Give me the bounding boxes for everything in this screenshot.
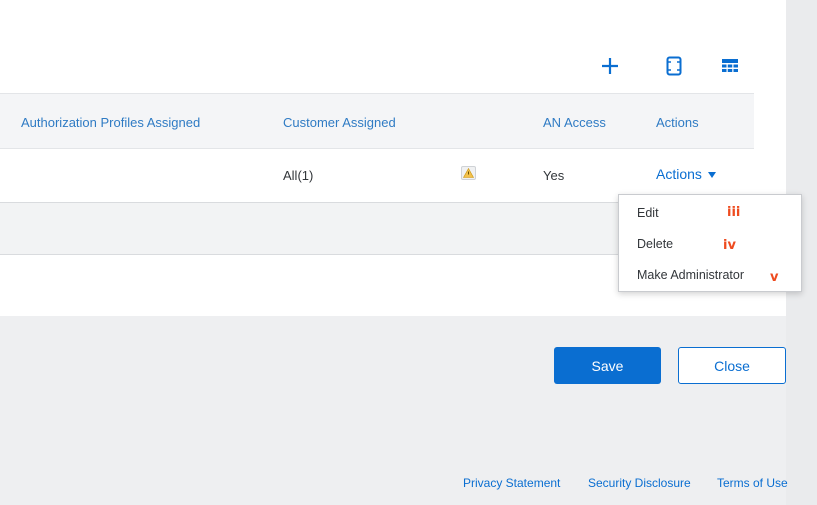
actions-dropdown-button[interactable]: Actions bbox=[656, 166, 716, 182]
table-header: Authorization Profiles Assigned Customer… bbox=[0, 93, 754, 149]
table-icon bbox=[722, 59, 738, 72]
footer-link-security-disclosure[interactable]: Security Disclosure bbox=[588, 476, 691, 490]
warning-icon[interactable] bbox=[461, 166, 476, 180]
menu-item-delete[interactable]: Delete bbox=[637, 237, 673, 251]
column-header-an-access[interactable]: AN Access bbox=[543, 115, 606, 130]
annotation-marker-iv: iv bbox=[723, 238, 736, 253]
annotation-marker-iii: iii bbox=[727, 205, 741, 220]
column-header-authorization-profiles[interactable]: Authorization Profiles Assigned bbox=[21, 115, 200, 130]
an-access-value: Yes bbox=[543, 168, 565, 183]
add-button[interactable] bbox=[596, 52, 624, 80]
caret-down-icon bbox=[707, 172, 716, 178]
plus-icon bbox=[602, 58, 618, 74]
table-settings-button[interactable] bbox=[716, 52, 744, 80]
annotation-marker-v: v bbox=[770, 270, 779, 285]
save-button[interactable]: Save bbox=[554, 347, 661, 384]
actions-menu: Edit iii Delete iv Make Administrator v bbox=[618, 194, 802, 292]
menu-item-make-administrator[interactable]: Make Administrator bbox=[637, 268, 744, 282]
footer-link-terms-of-use[interactable]: Terms of Use bbox=[717, 476, 788, 490]
close-button[interactable]: Close bbox=[678, 347, 786, 384]
actions-dropdown-label: Actions bbox=[656, 166, 702, 182]
column-header-actions[interactable]: Actions bbox=[656, 115, 699, 130]
footer-link-privacy-statement[interactable]: Privacy Statement bbox=[463, 476, 560, 490]
export-button[interactable] bbox=[660, 52, 688, 80]
menu-item-edit[interactable]: Edit bbox=[637, 206, 659, 220]
column-header-customer-assigned[interactable]: Customer Assigned bbox=[283, 115, 396, 130]
customer-assigned-value: All(1) bbox=[283, 168, 314, 183]
page-icon bbox=[666, 56, 682, 76]
